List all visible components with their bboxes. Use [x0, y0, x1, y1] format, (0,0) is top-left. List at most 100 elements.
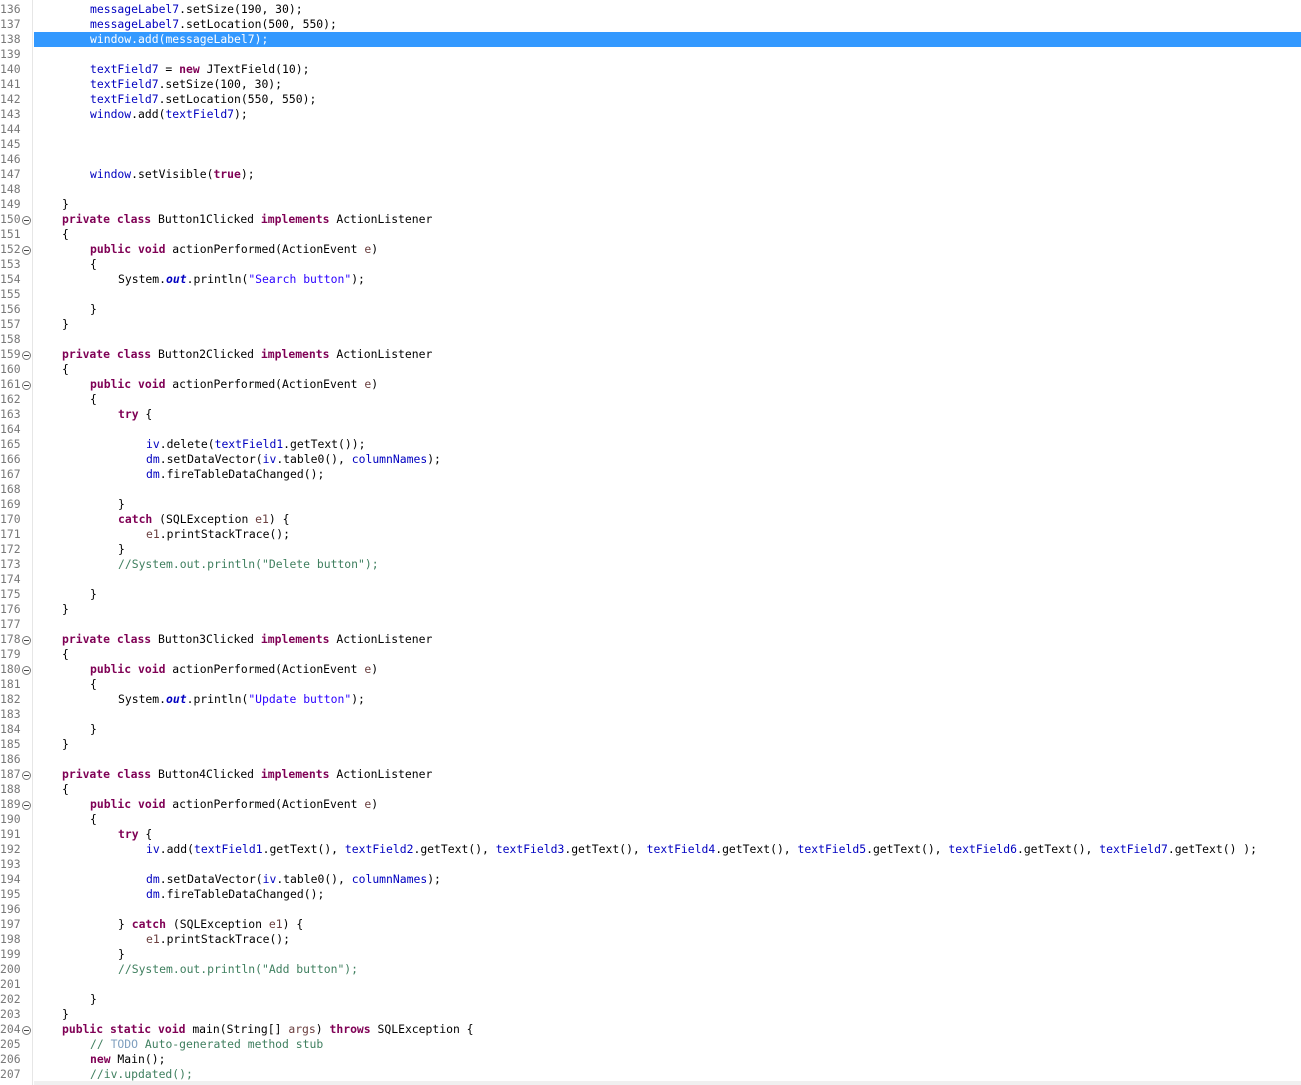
code-text: window.setVisible(true); [90, 167, 255, 182]
fold-collapse-icon[interactable] [22, 1026, 31, 1035]
code-line[interactable]: 148 [0, 182, 1301, 197]
code-line[interactable]: 190 { [0, 812, 1301, 827]
code-line[interactable]: 198 e1.printStackTrace(); [0, 932, 1301, 947]
code-token: } [90, 587, 97, 601]
code-line[interactable]: 160 { [0, 362, 1301, 377]
code-line[interactable]: 166 dm.setDataVector(iv.table0(), columnN… [0, 452, 1301, 467]
code-line[interactable]: 155 [0, 287, 1301, 302]
code-line[interactable]: 154 System.out.println("Search button"); [0, 272, 1301, 287]
fold-collapse-icon[interactable] [22, 666, 31, 675]
code-line[interactable]: 146 [0, 152, 1301, 167]
code-line[interactable]: 149} [0, 197, 1301, 212]
code-text: public void actionPerformed(ActionEvent … [90, 377, 378, 392]
code-token: textField2 [344, 842, 414, 856]
fold-collapse-icon[interactable] [22, 351, 31, 360]
horizontal-scrollbar[interactable] [34, 1081, 1301, 1085]
code-token: // [90, 1037, 111, 1051]
code-token: public [90, 797, 132, 811]
code-line[interactable]: 153 { [0, 257, 1301, 272]
code-line[interactable]: 169} [0, 497, 1301, 512]
code-line[interactable]: 188 { [0, 782, 1301, 797]
code-token: Button4Clicked [151, 767, 261, 781]
code-line[interactable]: 202} [0, 992, 1301, 1007]
code-line[interactable]: 170 catch (SQLException e1) { [0, 512, 1301, 527]
code-token: } [118, 917, 132, 931]
code-line[interactable]: 144 [0, 122, 1301, 137]
code-line[interactable]: 181 { [0, 677, 1301, 692]
code-line[interactable]: 186 [0, 752, 1301, 767]
code-line[interactable]: 171 e1.printStackTrace(); [0, 527, 1301, 542]
code-line[interactable]: 142 textField7.setLocation(550, 550); [0, 92, 1301, 107]
code-line[interactable]: 173 //System.out.println("Delete button")… [0, 557, 1301, 572]
code-line[interactable]: 174 [0, 572, 1301, 587]
code-line[interactable]: 147 window.setVisible(true); [0, 167, 1301, 182]
code-line[interactable]: 177 [0, 617, 1301, 632]
code-line[interactable]: 136 messageLabel7.setSize(190, 30); [0, 2, 1301, 17]
code-token: .setLocation(550, 550); [158, 92, 317, 106]
code-line[interactable]: 168 [0, 482, 1301, 497]
code-line[interactable]: 180 public void actionPerformed(ActionEve… [0, 662, 1301, 677]
code-line[interactable]: 183 [0, 707, 1301, 722]
code-line[interactable]: 172} [0, 542, 1301, 557]
code-line[interactable]: 184} [0, 722, 1301, 737]
code-line[interactable]: 192 iv.add(textField1.getText(), textFiel… [0, 842, 1301, 857]
code-line[interactable]: 141 textField7.setSize(100, 30); [0, 77, 1301, 92]
code-line[interactable]: 157} [0, 317, 1301, 332]
code-line[interactable]: 145 [0, 137, 1301, 152]
code-line[interactable]: 187 private class Button4Clicked implemen… [0, 767, 1301, 782]
code-line[interactable]: 193 [0, 857, 1301, 872]
fold-collapse-icon[interactable] [22, 246, 31, 255]
code-line[interactable]: 176} [0, 602, 1301, 617]
fold-collapse-icon[interactable] [22, 216, 31, 225]
code-line[interactable]: 204 public static void main(String[] args… [0, 1022, 1301, 1037]
code-line[interactable]: 195 dm.fireTableDataChanged(); [0, 887, 1301, 902]
code-line[interactable]: 167 dm.fireTableDataChanged(); [0, 467, 1301, 482]
code-line[interactable]: 140 textField7 = new JTextField(10); [0, 62, 1301, 77]
code-line[interactable]: 152 public void actionPerformed(ActionEve… [0, 242, 1301, 257]
code-line[interactable]: 194 dm.setDataVector(iv.table0(), columnN… [0, 872, 1301, 887]
code-line[interactable]: 191 try { [0, 827, 1301, 842]
fold-collapse-icon[interactable] [22, 771, 31, 780]
code-line[interactable]: 164 [0, 422, 1301, 437]
code-token: ); [351, 272, 365, 286]
line-number: 158 [0, 332, 21, 346]
code-line[interactable]: 151 { [0, 227, 1301, 242]
code-line[interactable]: 161 public void actionPerformed(ActionEve… [0, 377, 1301, 392]
code-line[interactable]: 159 private class Button2Clicked implemen… [0, 347, 1301, 362]
code-line[interactable]: 196 [0, 902, 1301, 917]
code-line[interactable]: 200 //System.out.println("Add button"); [0, 962, 1301, 977]
code-line[interactable]: 197} catch (SQLException e1) { [0, 917, 1301, 932]
code-editor[interactable]: 136 messageLabel7.setSize(190, 30); 137 mes… [0, 0, 1301, 1085]
code-line[interactable]: 201 [0, 977, 1301, 992]
code-line[interactable]: 139 [0, 47, 1301, 62]
code-text: try { [118, 407, 152, 422]
code-line[interactable]: 203} [0, 1007, 1301, 1022]
code-line[interactable]: 143 window.add(textField7); [0, 107, 1301, 122]
fold-collapse-icon[interactable] [22, 381, 31, 390]
code-line[interactable]: 199} [0, 947, 1301, 962]
code-line[interactable]: 189 public void actionPerformed(ActionEve… [0, 797, 1301, 812]
code-line[interactable]: 165 iv.delete(textField1.getText()); [0, 437, 1301, 452]
line-number: 151 [0, 227, 21, 241]
code-line[interactable]: 206 new Main(); [0, 1052, 1301, 1067]
fold-collapse-icon[interactable] [22, 801, 31, 810]
code-line[interactable]: 156} [0, 302, 1301, 317]
code-token: ); [254, 32, 269, 46]
line-number: 141 [0, 77, 21, 91]
code-token: .getText(), [866, 842, 949, 856]
code-line[interactable]: 137 messageLabel7.setLocation(500, 550); [0, 17, 1301, 32]
code-line[interactable]: 207 //iv.updated(); [0, 1067, 1301, 1082]
code-line[interactable]: 185} [0, 737, 1301, 752]
code-line[interactable]: 178 private class Button3Clicked implemen… [0, 632, 1301, 647]
code-line[interactable]: 150 private class Button1Clicked implemen… [0, 212, 1301, 227]
code-line[interactable]: 179 { [0, 647, 1301, 662]
code-line[interactable]: 163 try { [0, 407, 1301, 422]
fold-collapse-icon[interactable] [22, 636, 31, 645]
code-line[interactable]: 175} [0, 587, 1301, 602]
code-line[interactable]: 182 System.out.println("Update button"); [0, 692, 1301, 707]
code-line[interactable]: 158 [0, 332, 1301, 347]
code-line[interactable]: 205 // TODO Auto-generated method stub [0, 1037, 1301, 1052]
code-line[interactable]: 138 window.add(messageLabel7); [0, 32, 1301, 47]
code-line[interactable]: 162 { [0, 392, 1301, 407]
